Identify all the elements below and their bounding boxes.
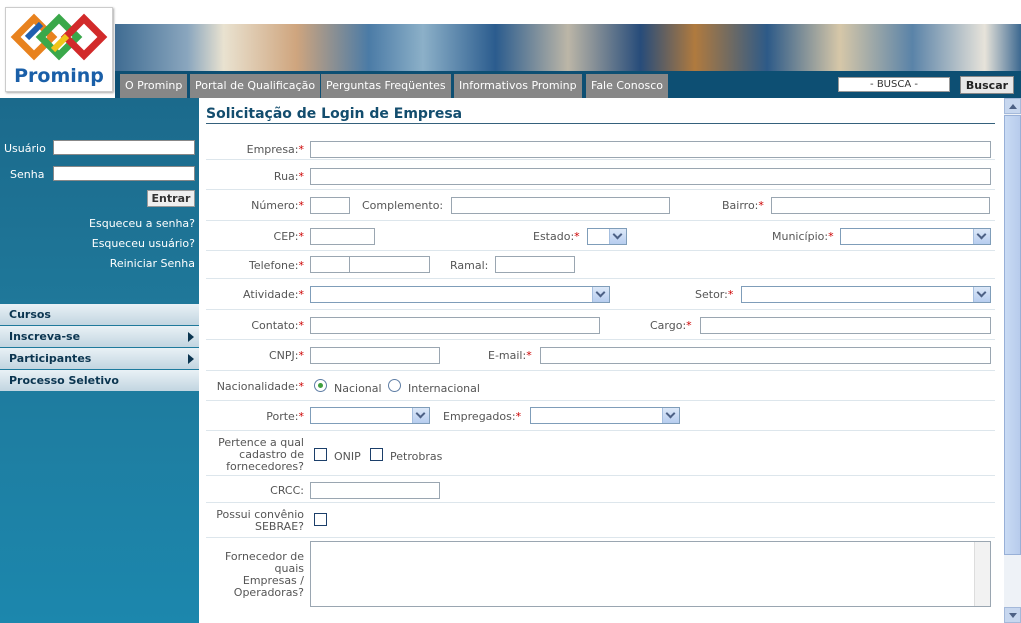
atividade-select[interactable] bbox=[310, 286, 610, 303]
tab-informativos[interactable]: Informativos Prominp bbox=[454, 74, 584, 98]
label-sebrae-2: SEBRAE? bbox=[255, 520, 304, 533]
login-button[interactable]: Entrar bbox=[147, 190, 195, 207]
label-empresa: Empresa:* bbox=[246, 143, 304, 156]
page-scrollbar[interactable] bbox=[1004, 98, 1021, 623]
nacional-radio[interactable] bbox=[314, 379, 327, 392]
cep-field[interactable] bbox=[310, 228, 375, 245]
contato-field[interactable] bbox=[310, 317, 600, 334]
label-complemento: Complemento: bbox=[362, 199, 444, 212]
search-button[interactable]: Buscar bbox=[960, 76, 1014, 94]
scroll-down-button[interactable] bbox=[1004, 607, 1021, 623]
empregados-select[interactable] bbox=[530, 407, 680, 424]
empresa-field[interactable] bbox=[310, 141, 991, 158]
onip-label: ONIP bbox=[334, 450, 361, 463]
label-empregados: Empregados:* bbox=[443, 410, 522, 423]
logo-text: Prominp bbox=[14, 65, 104, 87]
menu-item-label: Cursos bbox=[9, 308, 51, 321]
menu-item-label: Participantes bbox=[9, 352, 92, 365]
nacional-label: Nacional bbox=[334, 382, 382, 395]
label-cargo: Cargo:* bbox=[650, 319, 692, 332]
chevron-down-icon bbox=[662, 408, 679, 423]
submenu-arrow-icon bbox=[188, 332, 194, 342]
label-nacionalidade: Nacionalidade:* bbox=[216, 380, 304, 393]
ramal-field[interactable] bbox=[495, 256, 575, 273]
menu-item-label: Processo Seletivo bbox=[9, 374, 119, 387]
crcc-field[interactable] bbox=[310, 482, 440, 499]
label-rua: Rua:* bbox=[273, 170, 304, 183]
internacional-radio[interactable] bbox=[388, 379, 401, 392]
chevron-down-icon bbox=[609, 229, 626, 244]
search-input[interactable] bbox=[838, 77, 950, 92]
forgot-user-link[interactable]: Esqueceu usuário? bbox=[92, 237, 195, 250]
complemento-field[interactable] bbox=[451, 197, 670, 214]
label-atividade: Atividade:* bbox=[243, 288, 304, 301]
onip-checkbox[interactable] bbox=[314, 448, 327, 461]
menu-item-label: Inscreva-se bbox=[9, 330, 81, 343]
arrow-up-icon bbox=[1009, 104, 1017, 109]
menu-item-processo-seletivo[interactable]: Processo Seletivo bbox=[0, 370, 199, 391]
email-field[interactable] bbox=[540, 347, 991, 364]
menu-item-participantes[interactable]: Participantes bbox=[0, 348, 199, 369]
scroll-thumb[interactable] bbox=[1004, 115, 1021, 555]
municipio-select[interactable] bbox=[840, 228, 991, 245]
header-banner bbox=[115, 24, 1021, 71]
textarea-scrollbar[interactable] bbox=[974, 542, 990, 606]
scroll-up-button[interactable] bbox=[1004, 98, 1021, 114]
telefone-ddd-field[interactable] bbox=[310, 256, 350, 273]
label-numero: Número:* bbox=[251, 199, 304, 212]
user-label: Usuário bbox=[4, 142, 46, 155]
reset-password-link[interactable]: Reiniciar Senha bbox=[110, 257, 195, 270]
submenu-arrow-icon bbox=[188, 354, 194, 364]
internacional-label: Internacional bbox=[408, 382, 480, 395]
label-cep: CEP:* bbox=[273, 230, 304, 243]
label-fornecedor-4: Operadoras? bbox=[233, 586, 304, 599]
label-setor: Setor:* bbox=[695, 288, 734, 301]
setor-select[interactable] bbox=[741, 286, 991, 303]
title-divider bbox=[206, 123, 995, 124]
label-ramal: Ramal: bbox=[450, 259, 489, 272]
bairro-field[interactable] bbox=[771, 197, 990, 214]
menu-item-cursos[interactable]: Cursos bbox=[0, 304, 199, 325]
main-content: Solicitação de Login de Empresa Empresa:… bbox=[199, 98, 1004, 623]
cnpj-field[interactable] bbox=[310, 347, 440, 364]
telefone-number-field[interactable] bbox=[349, 256, 430, 273]
chevron-down-icon bbox=[973, 229, 990, 244]
arrow-down-icon bbox=[1009, 613, 1017, 618]
label-municipio: Município:* bbox=[772, 230, 834, 243]
sidebar: Usuário Senha Entrar Esqueceu a senha? E… bbox=[0, 98, 199, 623]
prominp-logo[interactable]: Prominp bbox=[5, 7, 113, 92]
label-porte: Porte:* bbox=[266, 410, 304, 423]
prominp-logo-mark-icon bbox=[10, 13, 108, 61]
label-email: E-mail:* bbox=[488, 349, 532, 362]
cargo-field[interactable] bbox=[700, 317, 991, 334]
label-contato: Contato:* bbox=[251, 319, 304, 332]
tab-portal-qualificacao[interactable]: Portal de Qualificação bbox=[190, 74, 323, 98]
tab-o-prominp[interactable]: O Prominp bbox=[120, 74, 190, 98]
label-cnpj: CNPJ:* bbox=[269, 349, 304, 362]
username-field[interactable] bbox=[53, 140, 195, 155]
petrobras-checkbox[interactable] bbox=[370, 448, 383, 461]
password-field[interactable] bbox=[53, 166, 195, 181]
forgot-password-link[interactable]: Esqueceu a senha? bbox=[89, 217, 195, 230]
rua-field[interactable] bbox=[310, 168, 991, 185]
chevron-down-icon bbox=[412, 408, 429, 423]
numero-field[interactable] bbox=[310, 197, 350, 214]
porte-select[interactable] bbox=[310, 407, 430, 424]
menu-item-inscreva-se[interactable]: Inscreva-se bbox=[0, 326, 199, 347]
label-cadastro-3: fornecedores? bbox=[226, 460, 304, 473]
estado-select[interactable] bbox=[587, 228, 627, 245]
chevron-down-icon bbox=[973, 287, 990, 302]
label-bairro: Bairro:* bbox=[722, 199, 764, 212]
password-label: Senha bbox=[10, 168, 45, 181]
page-title: Solicitação de Login de Empresa bbox=[206, 106, 463, 122]
tab-fale-conosco[interactable]: Fale Conosco bbox=[586, 74, 670, 98]
label-estado: Estado:* bbox=[533, 230, 580, 243]
label-telefone: Telefone:* bbox=[249, 259, 304, 272]
petrobras-label: Petrobras bbox=[390, 450, 443, 463]
label-crcc: CRCC: bbox=[270, 484, 304, 497]
tab-perguntas-frequentes[interactable]: Perguntas Freqüentes bbox=[321, 74, 453, 98]
fornecedor-textarea[interactable] bbox=[310, 541, 991, 607]
sebrae-checkbox[interactable] bbox=[314, 513, 327, 526]
chevron-down-icon bbox=[592, 287, 609, 302]
